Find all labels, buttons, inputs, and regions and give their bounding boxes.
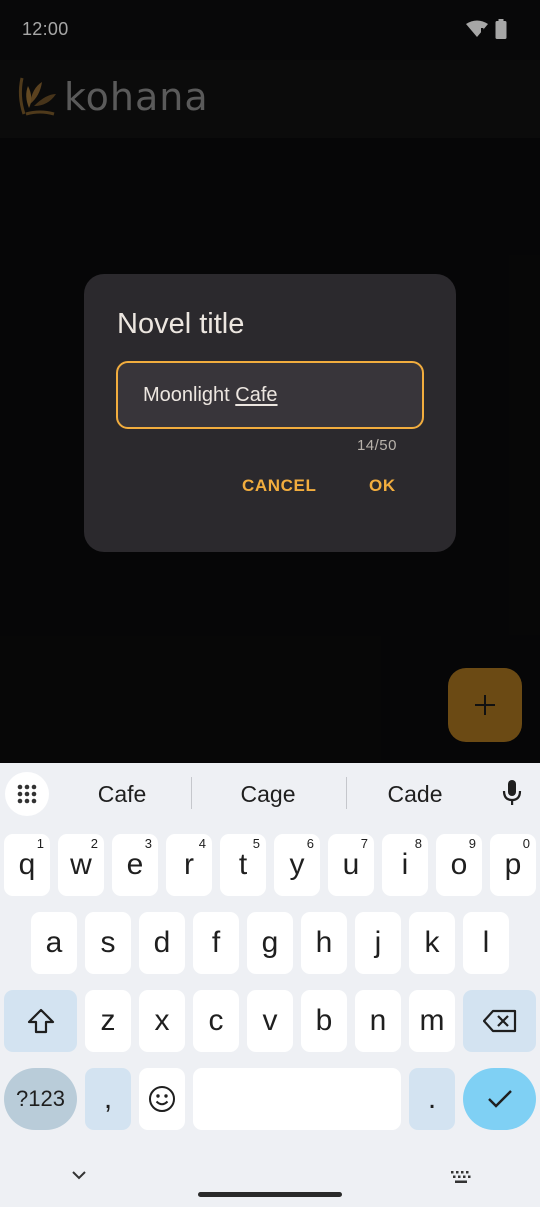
key-l[interactable]: l: [463, 912, 509, 974]
key-x[interactable]: x: [139, 990, 185, 1052]
chevron-down-icon[interactable]: [70, 1168, 88, 1186]
key-hint: 7: [360, 836, 368, 851]
key-label: q: [18, 848, 36, 881]
key-a[interactable]: a: [31, 912, 77, 974]
symbols-key[interactable]: ?123: [4, 1068, 77, 1130]
novel-title-dialog: Novel title Moonlight Cafe 14/50 CANCEL …: [84, 274, 456, 552]
key-g[interactable]: g: [247, 912, 293, 974]
key-label: e: [126, 848, 144, 881]
emoji-icon: [149, 1086, 175, 1112]
suggestion-divider: [191, 777, 192, 809]
key-n[interactable]: n: [355, 990, 401, 1052]
period-key[interactable]: .: [409, 1068, 455, 1130]
key-f[interactable]: f: [193, 912, 239, 974]
input-value: Moonlight Cafe: [143, 384, 278, 407]
key-p[interactable]: p0: [490, 834, 536, 896]
key-q[interactable]: q1: [4, 834, 50, 896]
shift-key[interactable]: [4, 990, 77, 1052]
key-i[interactable]: i8: [382, 834, 428, 896]
key-c[interactable]: c: [193, 990, 239, 1052]
emoji-key[interactable]: [139, 1068, 185, 1130]
space-key[interactable]: [193, 1068, 401, 1130]
key-label: y: [289, 848, 305, 881]
ok-button[interactable]: OK: [369, 476, 396, 496]
soft-keyboard: Cafe Cage Cade q1 w2 e3 r4 t5 y6 u7 i8 o…: [0, 763, 540, 1207]
key-hint: 5: [252, 836, 260, 851]
key-label: u: [342, 848, 360, 881]
key-label: o: [450, 848, 468, 881]
key-e[interactable]: e3: [112, 834, 158, 896]
enter-key[interactable]: [463, 1068, 536, 1130]
key-s[interactable]: s: [85, 912, 131, 974]
key-j[interactable]: j: [355, 912, 401, 974]
key-label: w: [70, 848, 92, 881]
keyboard-menu-button[interactable]: [5, 772, 49, 816]
novel-title-input[interactable]: Moonlight Cafe: [116, 361, 424, 429]
dialog-title: Novel title: [117, 308, 245, 340]
key-z[interactable]: z: [85, 990, 131, 1052]
comma-key[interactable]: ,: [85, 1068, 131, 1130]
suggestion-divider: [346, 777, 347, 809]
checkmark-icon: [487, 1090, 512, 1108]
shift-icon: [27, 1008, 54, 1034]
key-label: r: [184, 848, 194, 881]
key-hint: 2: [90, 836, 98, 851]
key-o[interactable]: o9: [436, 834, 482, 896]
backspace-key[interactable]: [463, 990, 536, 1052]
key-m[interactable]: m: [409, 990, 455, 1052]
key-w[interactable]: w2: [58, 834, 104, 896]
key-hint: 9: [468, 836, 476, 851]
key-hint: 8: [414, 836, 422, 851]
input-value-part: Moonlight: [143, 384, 236, 406]
suggestion-strip: Cafe Cage Cade: [0, 763, 540, 825]
cancel-button[interactable]: CANCEL: [242, 476, 316, 496]
key-hint: 3: [144, 836, 152, 851]
key-d[interactable]: d: [139, 912, 185, 974]
key-label: p: [504, 848, 522, 881]
keyboard-switch-icon[interactable]: [450, 1170, 472, 1189]
key-hint: 4: [198, 836, 206, 851]
plus-icon: [475, 695, 495, 715]
key-k[interactable]: k: [409, 912, 455, 974]
suggestion-3[interactable]: Cade: [355, 781, 475, 808]
add-novel-fab[interactable]: [448, 668, 522, 742]
key-label: t: [238, 848, 248, 881]
apps-grid-icon: [17, 784, 37, 804]
key-label: i: [401, 848, 409, 881]
microphone-icon[interactable]: [500, 779, 524, 812]
character-counter: 14/50: [356, 437, 397, 454]
key-y[interactable]: y6: [274, 834, 320, 896]
key-h[interactable]: h: [301, 912, 347, 974]
home-gesture-handle[interactable]: [198, 1192, 342, 1197]
key-v[interactable]: v: [247, 990, 293, 1052]
suggestion-2[interactable]: Cage: [208, 781, 328, 808]
suggestion-1[interactable]: Cafe: [62, 781, 182, 808]
key-r[interactable]: r4: [166, 834, 212, 896]
key-hint: 1: [36, 836, 44, 851]
backspace-icon: [482, 1009, 516, 1033]
key-hint: 6: [306, 836, 314, 851]
key-b[interactable]: b: [301, 990, 347, 1052]
input-value-composing: Cafe: [235, 384, 278, 406]
key-hint: 0: [522, 836, 530, 851]
key-u[interactable]: u7: [328, 834, 374, 896]
key-t[interactable]: t5: [220, 834, 266, 896]
